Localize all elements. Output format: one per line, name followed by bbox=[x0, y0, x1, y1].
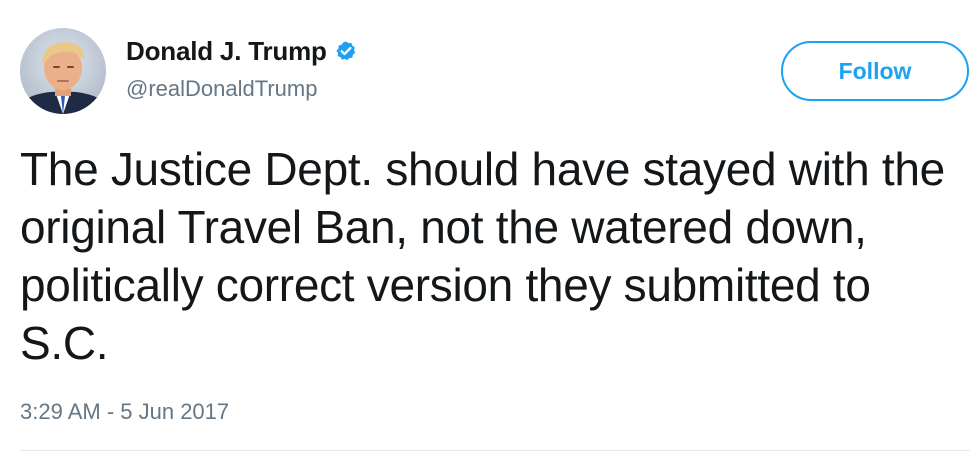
divider bbox=[20, 450, 970, 451]
user-handle[interactable]: @realDonaldTrump bbox=[126, 76, 317, 102]
follow-button[interactable]: Follow bbox=[781, 41, 969, 101]
display-name[interactable]: Donald J. Trump bbox=[126, 36, 327, 67]
user-name-row: Donald J. Trump bbox=[126, 34, 357, 68]
avatar[interactable] bbox=[20, 28, 106, 114]
tweet-card: Donald J. Trump @realDonaldTrump Follow … bbox=[0, 0, 980, 456]
tweet-timestamp[interactable]: 3:29 AM - 5 Jun 2017 bbox=[20, 399, 229, 425]
tweet-text: The Justice Dept. should have stayed wit… bbox=[20, 143, 945, 369]
verified-badge-icon bbox=[335, 40, 357, 62]
avatar-photo-icon bbox=[20, 28, 106, 114]
